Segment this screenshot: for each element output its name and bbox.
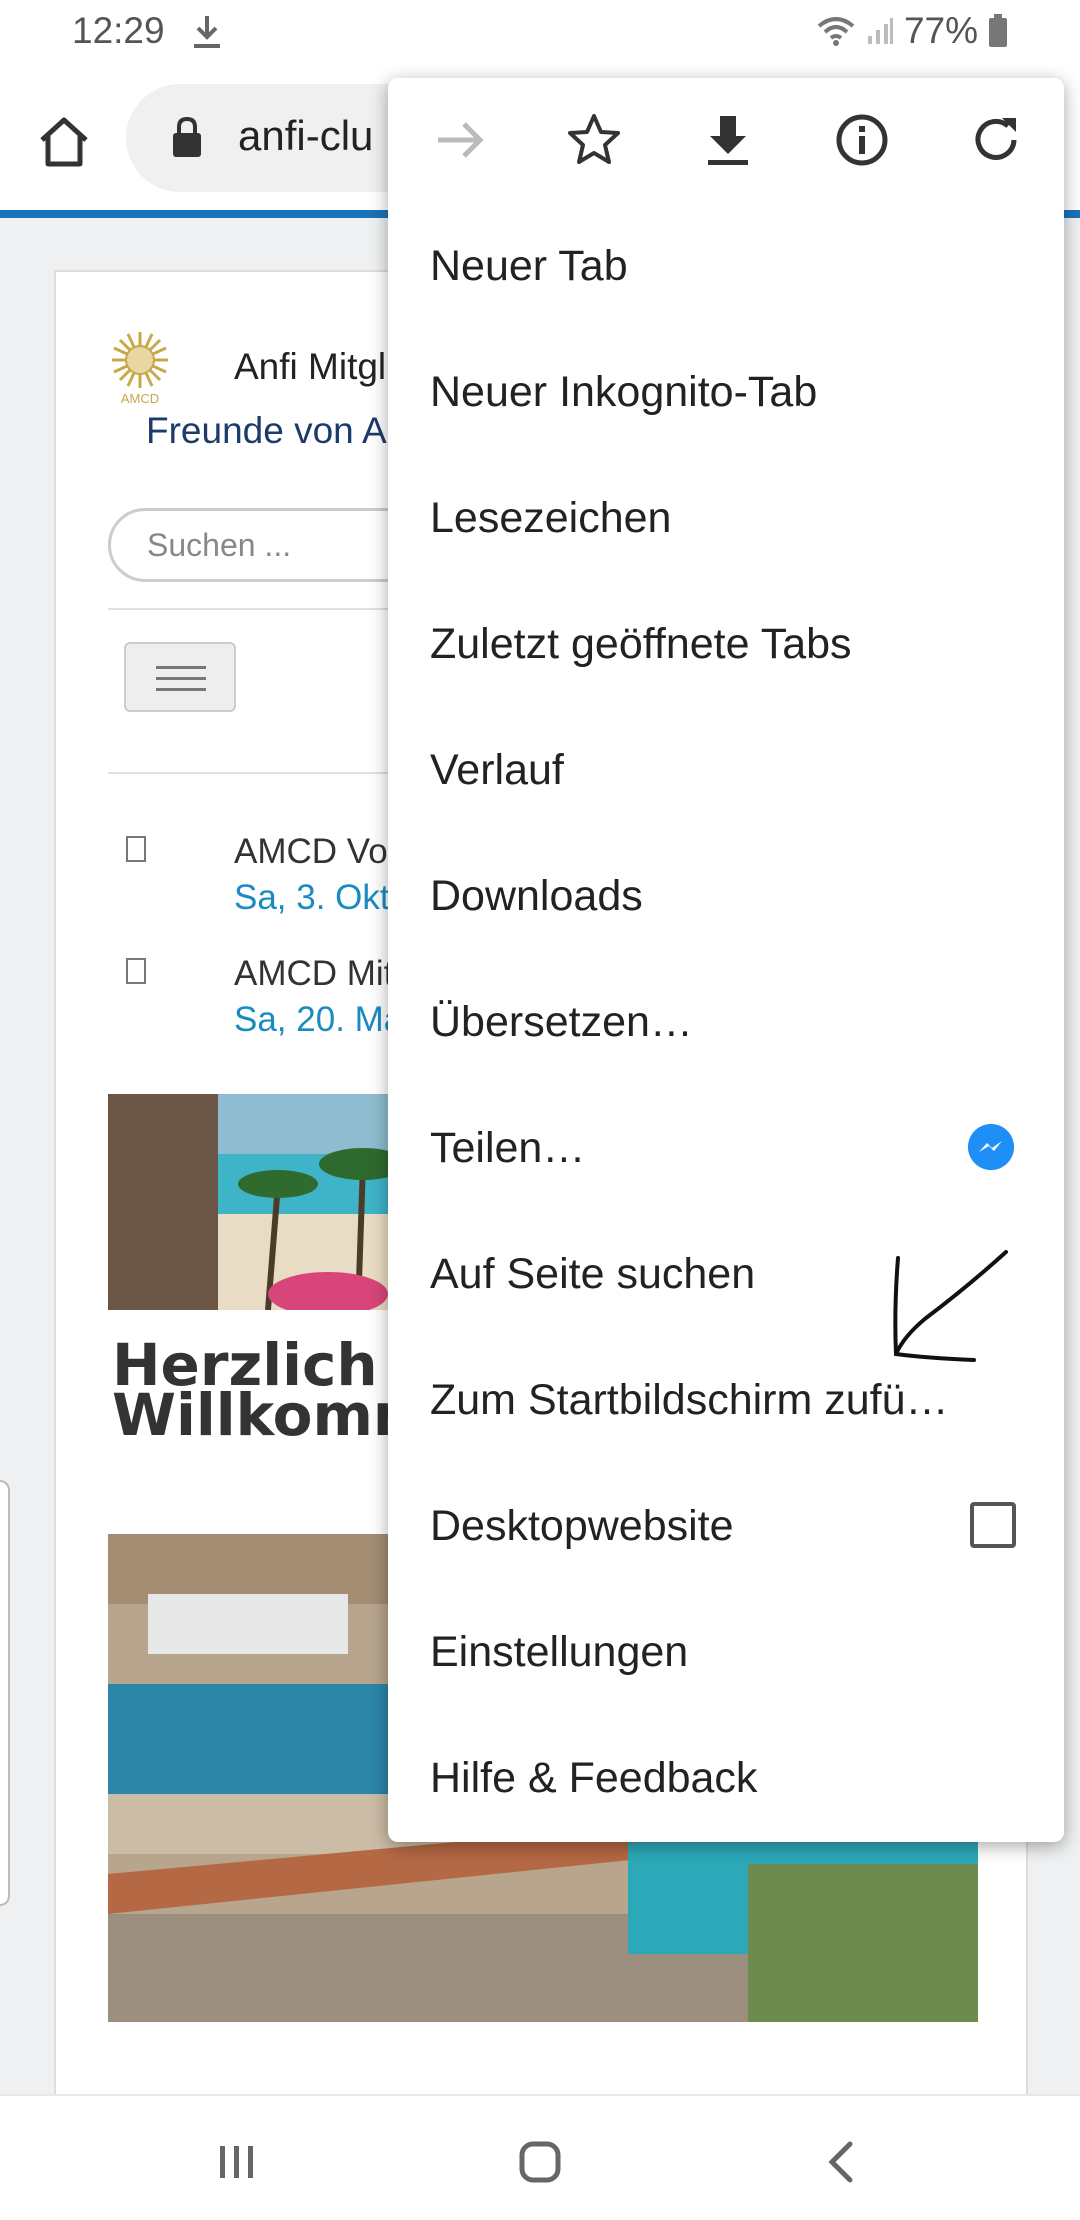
menu-item-label: Verlauf bbox=[430, 746, 564, 794]
calendar-icon bbox=[126, 836, 146, 862]
menu-item-label: Neuer Tab bbox=[430, 242, 628, 290]
menu-item-label: Einstellungen bbox=[430, 1628, 689, 1676]
menu-item-label: Zuletzt geöffnete Tabs bbox=[430, 620, 852, 668]
menu-item-desktop-site[interactable]: Desktopwebsite bbox=[388, 1464, 1064, 1590]
menu-item-label: Hilfe & Feedback bbox=[430, 1754, 758, 1802]
menu-item-label: Zum Startbildschirm zufü… bbox=[430, 1376, 949, 1424]
menu-item-translate[interactable]: Übersetzen… bbox=[388, 960, 1064, 1086]
status-bar: 12:29 77% bbox=[0, 0, 1080, 64]
download-icon bbox=[194, 16, 220, 48]
wifi-icon bbox=[817, 17, 855, 46]
hamburger-menu-button[interactable] bbox=[124, 642, 236, 712]
menu-item-share[interactable]: Teilen… bbox=[388, 1086, 1064, 1212]
menu-item-label: Desktopwebsite bbox=[430, 1502, 734, 1550]
lock-icon bbox=[173, 116, 201, 157]
recents-icon[interactable] bbox=[206, 2132, 266, 2192]
menu-item-label: Übersetzen… bbox=[430, 998, 693, 1046]
site-subtitle: Freunde von An bbox=[146, 410, 408, 451]
menu-bar bbox=[156, 666, 206, 669]
menu-item-bookmarks[interactable]: Lesezeichen bbox=[388, 456, 1064, 582]
reload-icon[interactable] bbox=[966, 110, 1026, 170]
download-icon[interactable] bbox=[698, 110, 758, 170]
messenger-icon[interactable] bbox=[968, 1124, 1014, 1170]
menu-item-label: Lesezeichen bbox=[430, 494, 672, 542]
back-icon[interactable] bbox=[812, 2132, 872, 2192]
browser-overflow-menu: Neuer Tab Neuer Inkognito-Tab Lesezeiche… bbox=[388, 78, 1064, 1842]
desktop-site-checkbox[interactable] bbox=[970, 1502, 1016, 1548]
welcome-line: Willkomm bbox=[112, 1381, 434, 1449]
menu-item-help-feedback[interactable]: Hilfe & Feedback bbox=[388, 1716, 1064, 1842]
search-placeholder: Suchen ... bbox=[147, 527, 292, 563]
site-title: Anfi Mitgl bbox=[234, 346, 387, 387]
menu-icon-row bbox=[388, 78, 1064, 202]
menu-item-label: Auf Seite suchen bbox=[430, 1250, 756, 1298]
side-panel-handle[interactable] bbox=[0, 1480, 10, 1906]
calendar-icon bbox=[126, 958, 146, 984]
menu-item-history[interactable]: Verlauf bbox=[388, 708, 1064, 834]
forward-arrow-icon[interactable] bbox=[430, 110, 490, 170]
menu-item-downloads[interactable]: Downloads bbox=[388, 834, 1064, 960]
info-icon[interactable] bbox=[832, 110, 892, 170]
battery-percent: 77% bbox=[903, 10, 978, 51]
menu-item-new-incognito-tab[interactable]: Neuer Inkognito-Tab bbox=[388, 330, 1064, 456]
menu-item-label: Neuer Inkognito-Tab bbox=[430, 368, 818, 416]
home-icon[interactable] bbox=[32, 110, 96, 174]
menu-bar bbox=[156, 688, 206, 691]
welcome-heading: Herzlich Willkomm bbox=[112, 1336, 434, 1449]
menu-item-settings[interactable]: Einstellungen bbox=[388, 1590, 1064, 1716]
url-text: anfi-clu bbox=[238, 112, 374, 159]
home-circle-icon[interactable] bbox=[510, 2132, 570, 2192]
signal-icon bbox=[867, 18, 893, 44]
menu-item-label: Downloads bbox=[430, 872, 643, 920]
menu-item-recent-tabs[interactable]: Zuletzt geöffnete Tabs bbox=[388, 582, 1064, 708]
status-time: 12:29 bbox=[72, 10, 165, 51]
svg-text:AMCD: AMCD bbox=[121, 391, 159, 406]
menu-item-label: Teilen… bbox=[430, 1124, 586, 1172]
hand-drawn-arrow bbox=[893, 1250, 1008, 1362]
menu-bar bbox=[156, 677, 206, 680]
battery-icon bbox=[989, 14, 1007, 47]
amcd-logo: AMCD bbox=[112, 332, 168, 406]
menu-item-new-tab[interactable]: Neuer Tab bbox=[388, 204, 1064, 330]
star-icon[interactable] bbox=[564, 110, 624, 170]
android-nav-bar bbox=[0, 2094, 1080, 2220]
